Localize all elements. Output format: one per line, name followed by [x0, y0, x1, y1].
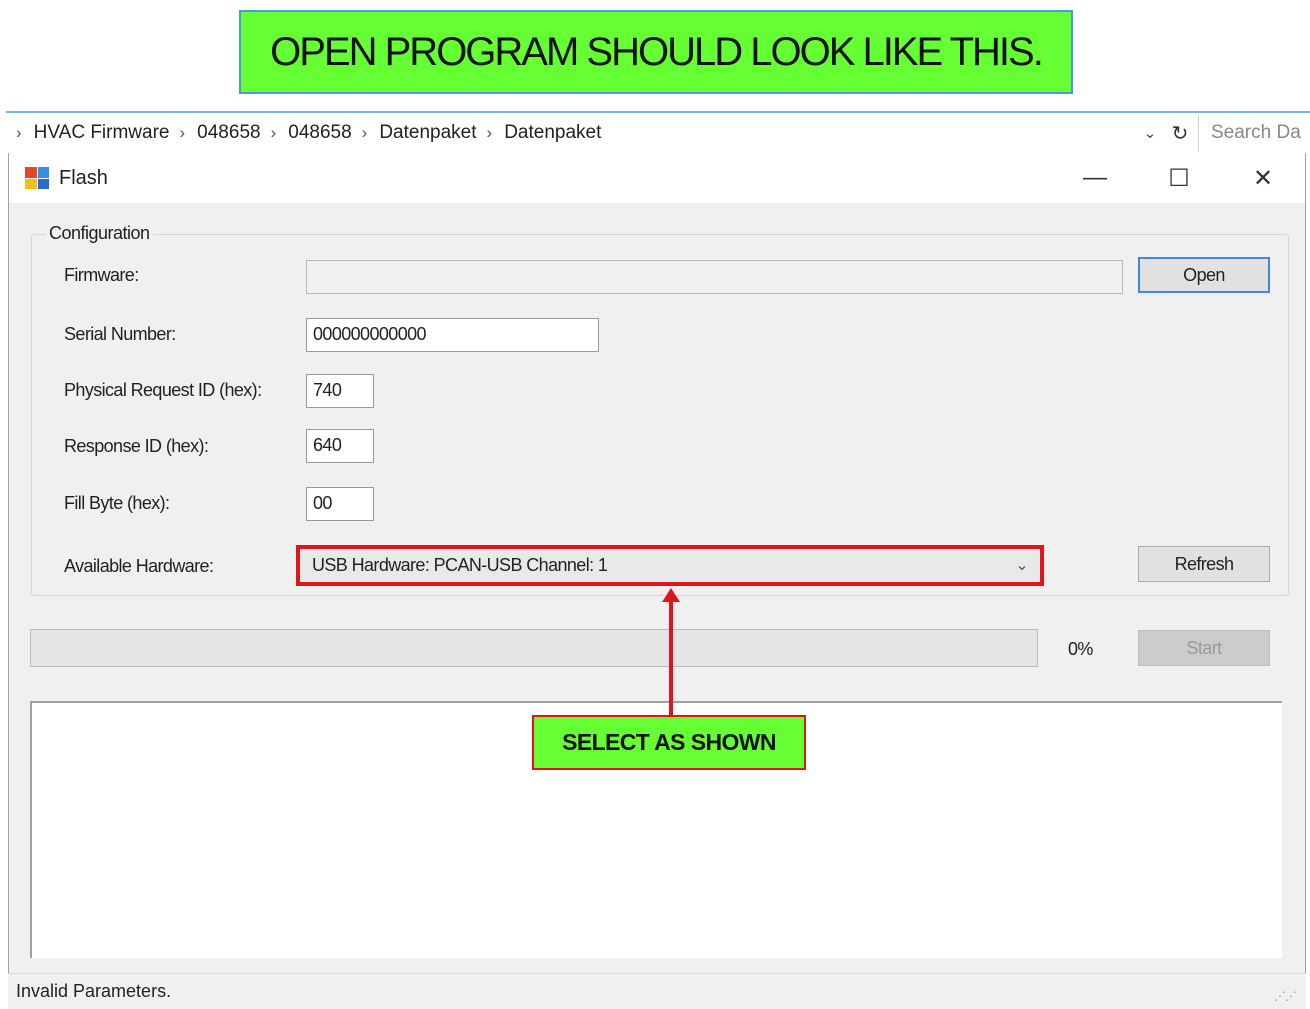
status-text: Invalid Parameters.: [16, 981, 172, 1001]
title-bar[interactable]: Flash — ☐ ✕: [9, 153, 1305, 203]
chevron-down-icon[interactable]: ⌄: [1138, 124, 1162, 142]
app-icon: [25, 167, 49, 189]
close-icon[interactable]: ✕: [1221, 153, 1305, 203]
serial-number-field[interactable]: 000000000000: [306, 318, 599, 352]
annotation-arrow-line: [669, 598, 673, 715]
select-as-shown-callout: SELECT AS SHOWN: [532, 715, 806, 770]
chevron-right-icon: ›: [16, 123, 22, 142]
breadcrumb-item[interactable]: Datenpaket: [379, 122, 476, 144]
open-button[interactable]: Open: [1138, 257, 1270, 293]
resize-grip-icon[interactable]: ⋰⋰: [1274, 989, 1297, 1003]
maximize-icon[interactable]: ☐: [1137, 153, 1221, 203]
firmware-label: Firmware:: [64, 265, 139, 285]
chevron-down-icon[interactable]: ⌄: [1015, 555, 1028, 575]
progress-percent-label: 0%: [1068, 639, 1093, 659]
explorer-address-bar[interactable]: › HVAC Firmware › 048658 › 048658 › Date…: [6, 111, 1310, 153]
chevron-right-icon: ›: [361, 123, 368, 142]
serial-number-label: Serial Number:: [64, 324, 176, 344]
chevron-right-icon: ›: [270, 123, 277, 142]
available-hardware-value: USB Hardware: PCAN-USB Channel: 1: [312, 555, 608, 575]
start-button[interactable]: Start: [1138, 630, 1270, 666]
configuration-label: Configuration: [46, 223, 153, 244]
physical-request-id-label: Physical Request ID (hex):: [64, 380, 262, 400]
progress-bar: [30, 629, 1038, 667]
instruction-banner: OPEN PROGRAM SHOULD LOOK LIKE THIS.: [239, 10, 1073, 94]
refresh-button[interactable]: Refresh: [1138, 546, 1270, 582]
fill-byte-field[interactable]: 00: [306, 487, 374, 521]
response-id-label: Response ID (hex):: [64, 436, 209, 456]
breadcrumb-item[interactable]: 048658: [288, 122, 351, 144]
chevron-right-icon: ›: [486, 123, 493, 142]
breadcrumb-item[interactable]: HVAC Firmware: [34, 122, 170, 144]
breadcrumb-item[interactable]: Datenpaket: [504, 122, 601, 144]
physical-request-id-field[interactable]: 740: [306, 374, 374, 408]
fill-byte-label: Fill Byte (hex):: [64, 493, 170, 513]
window-title: Flash: [59, 166, 108, 189]
refresh-icon[interactable]: ↻: [1162, 121, 1198, 146]
available-hardware-select[interactable]: USB Hardware: PCAN-USB Channel: 1 ⌄: [296, 545, 1044, 586]
chevron-right-icon: ›: [179, 123, 186, 142]
breadcrumb-item[interactable]: 048658: [197, 122, 260, 144]
search-input[interactable]: Search Da: [1198, 115, 1310, 151]
response-id-field[interactable]: 640: [306, 429, 374, 463]
firmware-field[interactable]: [306, 260, 1123, 294]
annotation-arrow-head: [662, 588, 680, 602]
status-bar: Invalid Parameters. ⋰⋰: [8, 973, 1306, 1009]
minimize-icon[interactable]: —: [1053, 153, 1137, 203]
available-hardware-label: Available Hardware:: [64, 556, 214, 576]
